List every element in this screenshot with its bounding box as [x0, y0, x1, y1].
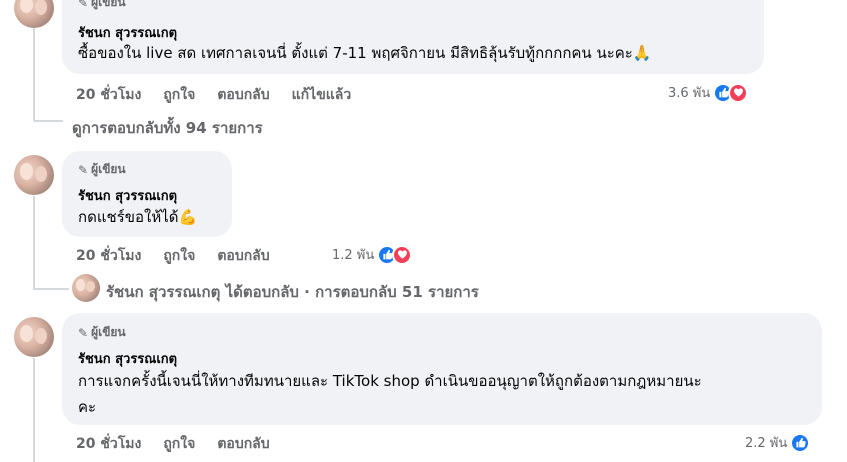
like-reaction-icon: [790, 432, 811, 453]
reaction-count: 3.6 พัน: [668, 86, 711, 101]
reply-summary-link[interactable]: รัชนก สุวรรณเกตุ ได้ตอบกลับ · การตอบกลับ…: [106, 280, 479, 304]
edited-label: แก้ไขแล้ว: [291, 87, 352, 103]
thread-line: [33, 120, 63, 122]
reaction-summary[interactable]: 1.2 พัน: [332, 244, 413, 265]
timestamp-link[interactable]: 20 ชั่วโมง: [76, 84, 141, 106]
love-reaction-icon: [728, 82, 749, 103]
comment-text: กดแชร์ขอให้ได้💪: [78, 208, 198, 226]
author-badge: ✎ ผู้เขียน: [78, 0, 126, 12]
comment-author[interactable]: รัชนก สุวรรณเกตุ: [78, 348, 177, 369]
thread-line: [33, 288, 69, 290]
thread-line: [33, 28, 35, 120]
pencil-icon: ✎: [78, 325, 89, 340]
author-badge: ✎ ผู้เขียน: [78, 325, 126, 340]
comment-author[interactable]: รัชนก สุวรรณเกตุ: [78, 185, 177, 206]
love-reaction-icon: [392, 244, 413, 265]
comment-actions: 20 ชั่วโมง ถูกใจ ตอบกลับ: [76, 245, 270, 267]
comment-actions: 20 ชั่วโมง ถูกใจ ตอบกลับ แก้ไขแล้ว: [76, 84, 351, 106]
pencil-icon: ✎: [78, 162, 89, 177]
comment-actions: 20 ชั่วโมง ถูกใจ ตอบกลับ: [76, 433, 270, 455]
pencil-icon: ✎: [78, 0, 89, 10]
reaction-summary[interactable]: 3.6 พัน: [668, 82, 749, 103]
like-button[interactable]: ถูกใจ: [163, 84, 195, 106]
like-button[interactable]: ถูกใจ: [163, 433, 195, 455]
thread-line: [33, 358, 35, 462]
avatar[interactable]: [14, 0, 54, 28]
comment-text-continued: คะ: [78, 398, 97, 416]
author-badge: ✎ ผู้เขียน: [78, 162, 126, 177]
reply-button[interactable]: ตอบกลับ: [217, 433, 269, 455]
avatar[interactable]: [14, 317, 54, 357]
comment-text: การแจกครั้งนี้เจนนี่ให้ทางทีมทนายและ Tik…: [78, 372, 702, 390]
reply-button[interactable]: ตอบกลับ: [217, 84, 269, 106]
thread-line: [33, 196, 35, 288]
reaction-count: 1.2 พัน: [332, 248, 375, 263]
timestamp-link[interactable]: 20 ชั่วโมง: [76, 433, 141, 455]
reply-avatar[interactable]: [72, 274, 100, 302]
reaction-summary[interactable]: 2.2 พัน: [745, 432, 811, 453]
avatar[interactable]: [14, 155, 54, 195]
timestamp-link[interactable]: 20 ชั่วโมง: [76, 245, 141, 267]
comment-text: ซื้อของใน live สด เทศกาลเจนนี่ ตั้งแต่ 7…: [78, 44, 652, 62]
view-replies-link[interactable]: ดูการตอบกลับทั้ง 94 รายการ: [72, 116, 263, 140]
like-button[interactable]: ถูกใจ: [163, 245, 195, 267]
reply-button[interactable]: ตอบกลับ: [217, 245, 269, 267]
reaction-count: 2.2 พัน: [745, 436, 788, 451]
